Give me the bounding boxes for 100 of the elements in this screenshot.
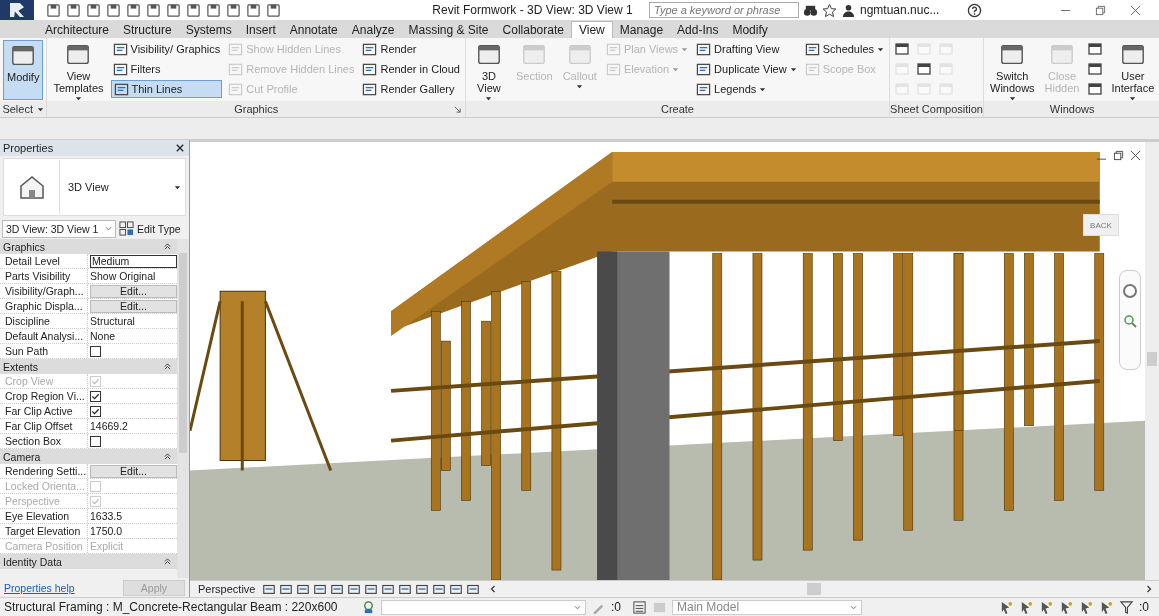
checkbox[interactable] — [90, 405, 101, 417]
scroll-right-icon[interactable] — [1145, 585, 1153, 593]
ribbon-tab[interactable]: Systems — [178, 21, 239, 38]
view-control-icon[interactable] — [432, 582, 447, 596]
ribbon-button[interactable]: User Interface — [1108, 40, 1158, 100]
app-menu-button[interactable] — [0, 0, 34, 20]
ribbon-tab[interactable]: Structure — [116, 21, 179, 38]
ribbon-tab[interactable]: Add-Ins — [670, 21, 726, 38]
collapse-icon[interactable] — [164, 363, 171, 370]
ribbon-tab[interactable]: Insert — [238, 21, 283, 38]
cursor-icon[interactable] — [1099, 599, 1114, 615]
edit-type-button[interactable]: Edit Type — [119, 221, 181, 236]
view-control-icon[interactable] — [347, 582, 362, 596]
view-control-icon[interactable] — [262, 582, 277, 596]
toolbar-square-icon[interactable] — [166, 2, 181, 18]
ribbon-button[interactable]: Duplicate View — [694, 60, 799, 78]
toolbar-square-icon[interactable] — [86, 2, 101, 18]
toolbar-square-icon[interactable] — [66, 2, 81, 18]
view-control-icon[interactable] — [364, 582, 379, 596]
ribbon-button[interactable]: Schedules — [802, 40, 887, 58]
ribbon-tab[interactable]: Modify — [725, 21, 775, 38]
checkbox[interactable] — [90, 345, 101, 357]
user-name[interactable]: ngmtuan.nuc... — [860, 3, 940, 17]
ribbon-button[interactable]: Switch Windows — [987, 40, 1038, 100]
view-control-icon[interactable] — [381, 582, 396, 596]
help-icon[interactable] — [967, 2, 983, 18]
ribbon-button[interactable]: Thin Lines — [110, 80, 223, 98]
navigation-bar[interactable] — [1119, 270, 1141, 370]
view-control-icon[interactable] — [449, 582, 464, 596]
view-control-label[interactable]: Perspective — [198, 583, 256, 595]
edit-button[interactable]: Edit... — [90, 284, 177, 298]
edit-button[interactable]: Edit... — [90, 464, 177, 478]
ribbon-tab[interactable]: View — [570, 21, 613, 38]
properties-help-link[interactable]: Properties help — [4, 581, 75, 594]
cursor-icon[interactable] — [1059, 599, 1074, 615]
toolbar-square-icon[interactable] — [46, 2, 61, 18]
window-icon[interactable] — [1086, 80, 1105, 98]
ribbon-tab[interactable]: Annotate — [282, 21, 345, 38]
star-icon[interactable] — [822, 2, 837, 18]
ribbon-button[interactable]: 3D View — [468, 40, 509, 100]
dialog-launcher-icon[interactable] — [453, 106, 461, 113]
ribbon-button[interactable]: Render Gallery — [360, 80, 462, 98]
ribbon-button[interactable]: Drafting View — [694, 40, 799, 58]
ribbon-tab[interactable]: Manage — [612, 21, 671, 38]
view-control-icon[interactable] — [466, 582, 481, 596]
checkbox[interactable] — [90, 390, 101, 402]
property-field[interactable]: Medium — [90, 254, 177, 268]
toolbar-square-icon[interactable] — [106, 2, 121, 18]
cursor-icon[interactable] — [1039, 599, 1054, 615]
close-icon[interactable] — [1130, 150, 1141, 161]
collapse-icon[interactable] — [164, 453, 171, 460]
search-field[interactable]: Type a keyword or phrase — [649, 2, 799, 18]
scrollbar-thumb[interactable] — [1147, 352, 1157, 366]
ribbon-tab[interactable]: Analyze — [344, 21, 402, 38]
window-icon[interactable] — [1086, 60, 1105, 78]
toolbar-square-icon[interactable] — [186, 2, 201, 18]
edit-button[interactable]: Edit... — [90, 299, 177, 313]
restore-icon[interactable] — [1095, 4, 1106, 16]
view-control-icon[interactable] — [296, 582, 311, 596]
scrollbar-thumb[interactable] — [807, 583, 822, 595]
view-control-icon[interactable] — [398, 582, 413, 596]
cursor-icon[interactable] — [1019, 599, 1034, 615]
cursor-icon[interactable] — [1079, 599, 1094, 615]
ribbon-button[interactable]: Visibility/ Graphics — [110, 40, 223, 58]
type-selector[interactable]: 3D View — [3, 158, 186, 216]
ribbon-tab[interactable]: Architecture — [38, 21, 117, 38]
toolbar-square-icon[interactable] — [246, 2, 261, 18]
ribbon-button[interactable]: Render — [360, 40, 462, 58]
ribbon-button[interactable]: View Templates — [50, 40, 107, 100]
collapse-icon[interactable] — [164, 243, 171, 250]
view-control-icon[interactable] — [415, 582, 430, 596]
worksets-icon[interactable] — [361, 599, 376, 615]
checkbox[interactable] — [90, 435, 101, 447]
toolbar-square-icon[interactable] — [126, 2, 141, 18]
ribbon-tab[interactable]: Collaborate — [495, 21, 571, 38]
scroll-left-icon[interactable] — [489, 585, 498, 593]
collapse-icon[interactable] — [164, 558, 171, 565]
toolbar-square-icon[interactable] — [266, 2, 281, 18]
ribbon-tab[interactable]: Massing & Site — [401, 21, 496, 38]
window-icon[interactable] — [915, 60, 934, 78]
toolbar-square-icon[interactable] — [206, 2, 221, 18]
toolbar-square-icon[interactable] — [146, 2, 161, 18]
caret-icon[interactable] — [37, 105, 44, 113]
window-icon[interactable] — [893, 40, 912, 58]
view-control-icon[interactable] — [313, 582, 328, 596]
user-icon[interactable] — [841, 2, 856, 18]
model-dropdown[interactable]: Main Model — [672, 599, 862, 615]
cursor-icon[interactable] — [999, 599, 1014, 615]
window-icon[interactable] — [1086, 40, 1105, 58]
view-control-icon[interactable] — [279, 582, 294, 596]
list-icon[interactable] — [632, 599, 647, 615]
restore-icon[interactable] — [1113, 150, 1124, 161]
toolbar-square-icon[interactable] — [226, 2, 241, 18]
ribbon-button[interactable]: Render in Cloud — [360, 60, 462, 78]
view-cube[interactable]: BACK — [1083, 214, 1119, 236]
view-control-icon[interactable] — [330, 582, 345, 596]
close-icon[interactable] — [176, 144, 184, 152]
ribbon-button[interactable]: Modify — [3, 40, 44, 100]
ribbon-button[interactable]: Legends — [694, 80, 799, 98]
group-header[interactable]: Extents — [3, 360, 39, 373]
